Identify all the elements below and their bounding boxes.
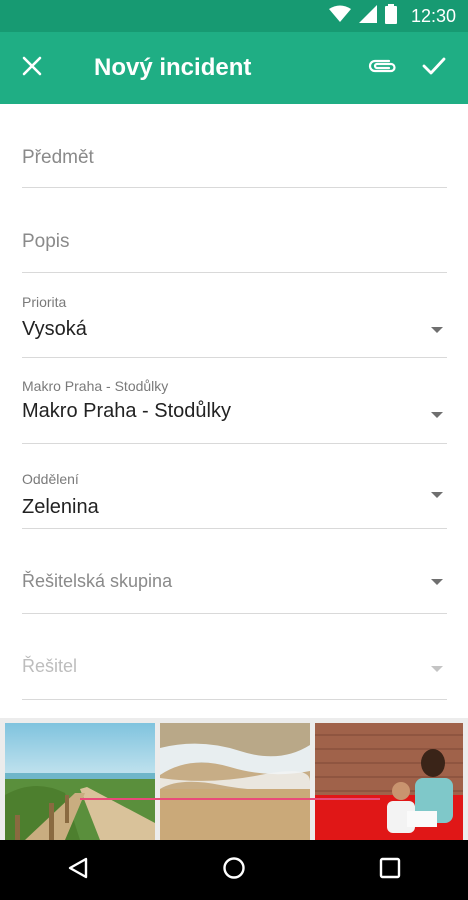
store-label: Makro Praha - Stodůlky [22,378,169,394]
battery-icon [384,3,397,29]
navigation-bar [0,840,468,900]
priority-select[interactable]: Priorita Vysoká [22,273,447,358]
solver-select: Řešitel [22,614,447,700]
attachment-photo-waves[interactable] [160,723,310,840]
solver-group-select[interactable]: Řešitelská skupina [22,529,447,614]
recents-button[interactable] [360,840,420,900]
attach-button[interactable] [356,32,408,104]
description-field[interactable]: Popis [22,188,447,273]
chevron-down-icon [431,579,443,585]
attachment-photo-beach[interactable] [5,723,155,840]
back-button[interactable] [48,840,108,900]
solver-placeholder: Řešitel [22,656,78,676]
subject-field[interactable]: Předmět [22,104,447,188]
close-icon [22,56,42,81]
description-placeholder: Popis [22,231,70,252]
priority-label: Priorita [22,294,67,310]
signal-icon [358,4,377,28]
incident-form: Předmět Popis Priorita Vysoká Makro Prah… [22,104,447,700]
chevron-down-icon [431,666,443,672]
status-time: 12:30 [410,5,456,26]
priority-value: Vysoká [22,318,87,340]
drag-indicator-line [80,798,380,800]
wifi-icon [328,5,351,28]
page-title: Nový incident [94,54,252,81]
app-bar: Nový incident [0,32,468,104]
chevron-down-icon [431,327,443,333]
department-value: Zelenina [22,496,99,518]
home-icon [222,856,246,885]
store-select[interactable]: Makro Praha - Stodůlky Makro Praha - Sto… [22,358,447,444]
department-select[interactable]: Oddělení Zelenina [22,444,447,529]
recents-icon [379,857,401,884]
back-icon [67,857,89,884]
status-icons: 12:30 [328,3,456,29]
close-button[interactable] [0,32,64,104]
confirm-button[interactable] [408,32,460,104]
chevron-down-icon [431,492,443,498]
attachment-photo-family[interactable] [315,723,463,840]
subject-placeholder: Předmět [22,147,94,168]
paperclip-icon [367,57,397,80]
status-bar: 12:30 [0,0,468,32]
store-value: Makro Praha - Stodůlky [22,400,231,422]
chevron-down-icon [431,412,443,418]
department-label: Oddělení [22,471,79,487]
home-button[interactable] [204,840,264,900]
check-icon [422,56,446,81]
solver-group-placeholder: Řešitelská skupina [22,571,173,591]
attachments-strip [0,718,468,840]
